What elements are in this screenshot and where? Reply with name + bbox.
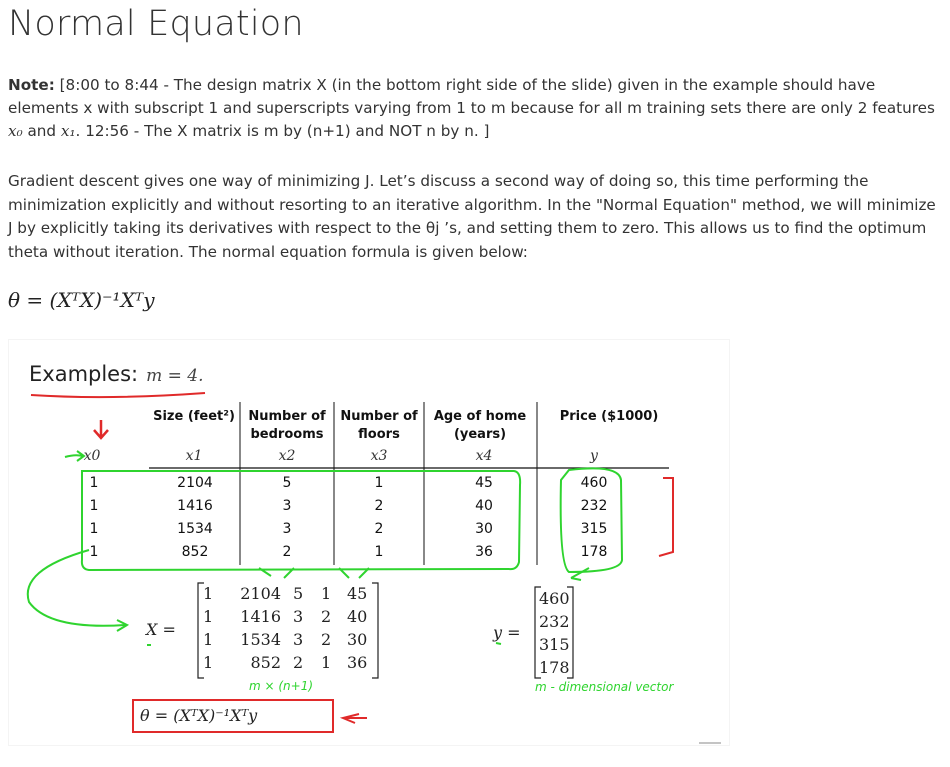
annot-m-dimensional-vector: m - dimensional vector <box>535 680 674 694</box>
page-title: Normal Equation <box>8 4 304 44</box>
red-bracket <box>658 477 674 557</box>
var-x2: x2 <box>278 448 296 464</box>
note-and: and <box>22 122 61 140</box>
header-bedrooms: Number of bedrooms <box>248 409 326 442</box>
var-x4: x4 <box>475 448 493 464</box>
green-arrow-y <box>570 567 590 581</box>
boxed-formula: θ = (XᵀX)⁻¹Xᵀy <box>140 706 258 725</box>
red-down-arrow-icon <box>93 420 109 440</box>
green-curve-arrow-icon <box>26 549 126 627</box>
note-x0: x₀ <box>8 122 23 140</box>
y-vector-label: y = <box>493 623 521 642</box>
var-x3: x3 <box>370 448 388 464</box>
red-underline <box>30 392 206 399</box>
var-x1: x1 <box>185 448 203 464</box>
annot-m-by-n-plus-1: m × (n+1) <box>249 679 314 693</box>
note-text-a: [8:00 to 8:44 - The design matrix X (in … <box>8 76 935 117</box>
header-size: Size (feet²) <box>153 409 235 424</box>
red-left-arrow-icon <box>339 713 367 724</box>
m-equals: m = 4. <box>146 366 204 386</box>
var-y: y <box>590 448 598 464</box>
note-text-b: . 12:56 - The X matrix is m by (n+1) and… <box>75 122 490 140</box>
x-matrix-right-bracket <box>372 582 379 679</box>
note-label: Note: <box>8 76 55 94</box>
normal-equation-formula: θ = (XᵀX)⁻¹Xᵀy <box>8 288 155 312</box>
note-paragraph: Note: [8:00 to 8:44 - The design matrix … <box>8 74 938 143</box>
header-age: Age of home (years) <box>433 409 527 442</box>
note-x1: x₁ <box>60 122 76 140</box>
header-price: Price ($1000) <box>559 409 659 424</box>
var-x0: x0 <box>83 448 101 464</box>
header-floors: Number of floors <box>340 409 418 442</box>
examples-heading: Examples: m = 4. <box>29 362 204 386</box>
lecture-slide-image: Examples: m = 4. Size (feet²) Number of b… <box>9 340 729 745</box>
page: Normal Equation Note: [8:00 to 8:44 - Th… <box>0 0 950 767</box>
body-paragraph: Gradient descent gives one way of minimi… <box>8 172 936 261</box>
x-matrix-label: X = <box>146 620 176 639</box>
